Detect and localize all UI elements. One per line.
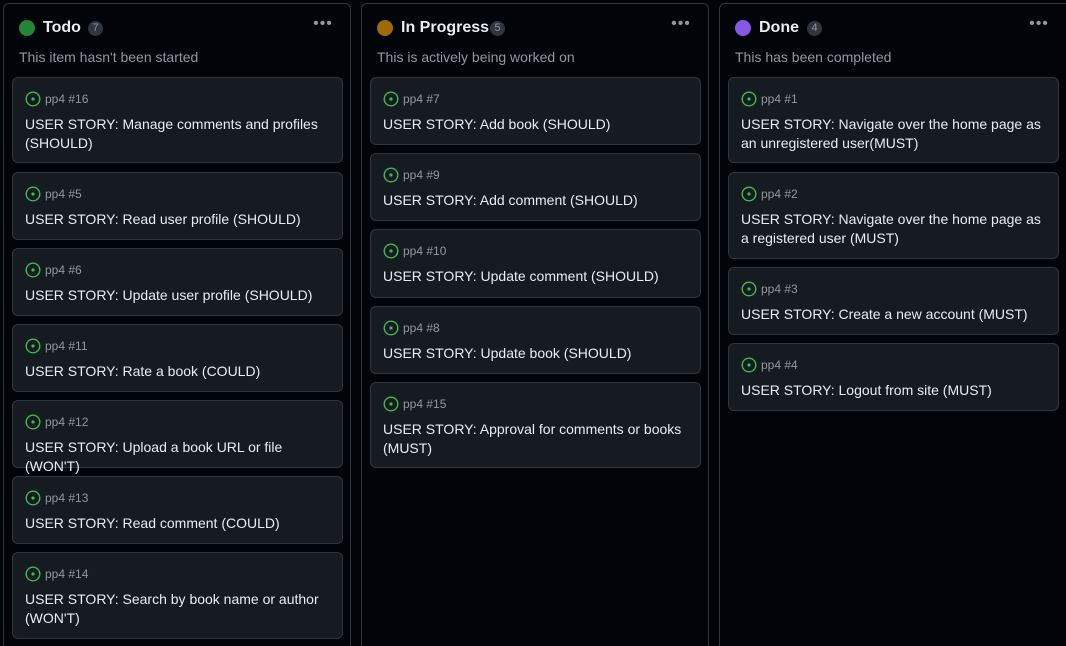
- issue-title[interactable]: USER STORY: Logout from site (MUST): [741, 381, 1048, 400]
- issue-title[interactable]: USER STORY: Navigate over the home page …: [741, 115, 1048, 153]
- issue-reference: pp4 #12: [45, 415, 89, 429]
- issue-reference: pp4 #16: [45, 92, 89, 106]
- issue-open-icon: [25, 490, 41, 506]
- issue-card[interactable]: pp4 #11 USER STORY: Rate a book (COULD): [12, 324, 343, 392]
- column-header: In Progress 5 ••• This is actively being…: [362, 4, 708, 76]
- issue-reference: pp4 #5: [45, 187, 82, 201]
- issue-card[interactable]: pp4 #14 USER STORY: Search by book name …: [12, 552, 343, 639]
- issue-title[interactable]: USER STORY: Upload a book URL or file (W…: [25, 438, 332, 476]
- issue-reference: pp4 #4: [761, 358, 798, 372]
- issue-reference: pp4 #15: [403, 397, 447, 411]
- issue-title[interactable]: USER STORY: Create a new account (MUST): [741, 305, 1048, 324]
- issue-reference: pp4 #2: [761, 187, 798, 201]
- issue-open-icon: [741, 91, 757, 107]
- issue-open-icon: [383, 91, 399, 107]
- column-todo: Todo 7 ••• This item hasn't been started…: [3, 3, 351, 646]
- column-header: Done 4 ••• This has been completed: [720, 4, 1066, 76]
- issue-title[interactable]: USER STORY: Update comment (SHOULD): [383, 267, 690, 286]
- column-description: This has been completed: [735, 49, 892, 65]
- issue-open-icon: [25, 186, 41, 202]
- issue-card[interactable]: pp4 #9 USER STORY: Add comment (SHOULD): [370, 153, 701, 221]
- issue-title[interactable]: USER STORY: Search by book name or autho…: [25, 590, 332, 628]
- issue-title[interactable]: USER STORY: Update user profile (SHOULD): [25, 286, 332, 305]
- issue-reference: pp4 #9: [403, 168, 440, 182]
- status-dot-icon: [377, 20, 393, 36]
- issue-reference: pp4 #1: [761, 92, 798, 106]
- column-title: Todo: [43, 19, 81, 36]
- issue-card[interactable]: pp4 #12 USER STORY: Upload a book URL or…: [12, 400, 343, 474]
- issue-title[interactable]: USER STORY: Rate a book (COULD): [25, 362, 332, 381]
- issue-open-icon: [741, 281, 757, 297]
- status-dot-icon: [735, 20, 751, 36]
- issue-title[interactable]: USER STORY: Update book (SHOULD): [383, 344, 690, 363]
- issue-card[interactable]: pp4 #10 USER STORY: Update comment (SHOU…: [370, 229, 701, 298]
- column-menu-icon[interactable]: •••: [1027, 16, 1051, 38]
- column-description: This item hasn't been started: [19, 49, 199, 65]
- issue-title[interactable]: USER STORY: Manage comments and profiles…: [25, 115, 332, 153]
- issue-open-icon: [25, 91, 41, 107]
- item-count-badge: 7: [88, 21, 103, 36]
- issue-card[interactable]: pp4 #5 USER STORY: Read user profile (SH…: [12, 172, 343, 240]
- issue-title[interactable]: USER STORY: Add book (SHOULD): [383, 115, 690, 134]
- issue-reference: pp4 #11: [45, 339, 88, 353]
- item-count-badge: 4: [807, 21, 822, 36]
- issue-open-icon: [383, 243, 399, 259]
- issue-reference: pp4 #14: [45, 567, 89, 581]
- issue-card[interactable]: pp4 #16 USER STORY: Manage comments and …: [12, 77, 343, 163]
- issue-reference: pp4 #8: [403, 321, 440, 335]
- issue-reference: pp4 #3: [761, 282, 798, 296]
- issue-card[interactable]: pp4 #8 USER STORY: Update book (SHOULD): [370, 306, 701, 374]
- issue-open-icon: [383, 320, 399, 336]
- issue-open-icon: [25, 566, 41, 582]
- column-in-progress: In Progress 5 ••• This is actively being…: [361, 3, 709, 646]
- column-header: Todo 7 ••• This item hasn't been started: [4, 4, 350, 76]
- issue-reference: pp4 #7: [403, 92, 440, 106]
- issue-title[interactable]: USER STORY: Read user profile (SHOULD): [25, 210, 332, 229]
- issue-card[interactable]: pp4 #2 USER STORY: Navigate over the hom…: [728, 172, 1059, 259]
- issue-card[interactable]: pp4 #4 USER STORY: Logout from site (MUS…: [728, 343, 1059, 411]
- issue-card[interactable]: pp4 #1 USER STORY: Navigate over the hom…: [728, 77, 1059, 163]
- issue-open-icon: [741, 186, 757, 202]
- column-description: This is actively being worked on: [377, 49, 575, 65]
- column-menu-icon[interactable]: •••: [311, 16, 335, 38]
- column-done: Done 4 ••• This has been completed pp4 #…: [719, 3, 1066, 646]
- issue-open-icon: [383, 396, 399, 412]
- issue-title[interactable]: USER STORY: Approval for comments or boo…: [383, 420, 690, 458]
- issue-title[interactable]: USER STORY: Navigate over the home page …: [741, 210, 1048, 248]
- issue-card[interactable]: pp4 #6 USER STORY: Update user profile (…: [12, 248, 343, 316]
- issue-card[interactable]: pp4 #13 USER STORY: Read comment (COULD): [12, 476, 343, 544]
- issue-title[interactable]: USER STORY: Add comment (SHOULD): [383, 191, 690, 210]
- issue-open-icon: [25, 338, 41, 354]
- issue-reference: pp4 #10: [403, 244, 447, 258]
- issue-reference: pp4 #6: [45, 263, 82, 277]
- issue-open-icon: [25, 262, 41, 278]
- item-count-badge: 5: [490, 21, 505, 36]
- status-dot-icon: [19, 20, 35, 36]
- issue-card[interactable]: pp4 #3 USER STORY: Create a new account …: [728, 267, 1059, 335]
- issue-open-icon: [25, 414, 41, 430]
- issue-open-icon: [741, 357, 757, 373]
- column-title: In Progress: [401, 19, 490, 36]
- issue-card[interactable]: pp4 #7 USER STORY: Add book (SHOULD): [370, 77, 701, 145]
- column-menu-icon[interactable]: •••: [669, 16, 693, 38]
- issue-reference: pp4 #13: [45, 491, 89, 505]
- issue-open-icon: [383, 167, 399, 183]
- issue-card[interactable]: pp4 #15 USER STORY: Approval for comment…: [370, 382, 701, 468]
- column-title: Done: [759, 19, 799, 36]
- issue-title[interactable]: USER STORY: Read comment (COULD): [25, 514, 332, 533]
- project-board: Todo 7 ••• This item hasn't been started…: [0, 0, 1066, 646]
